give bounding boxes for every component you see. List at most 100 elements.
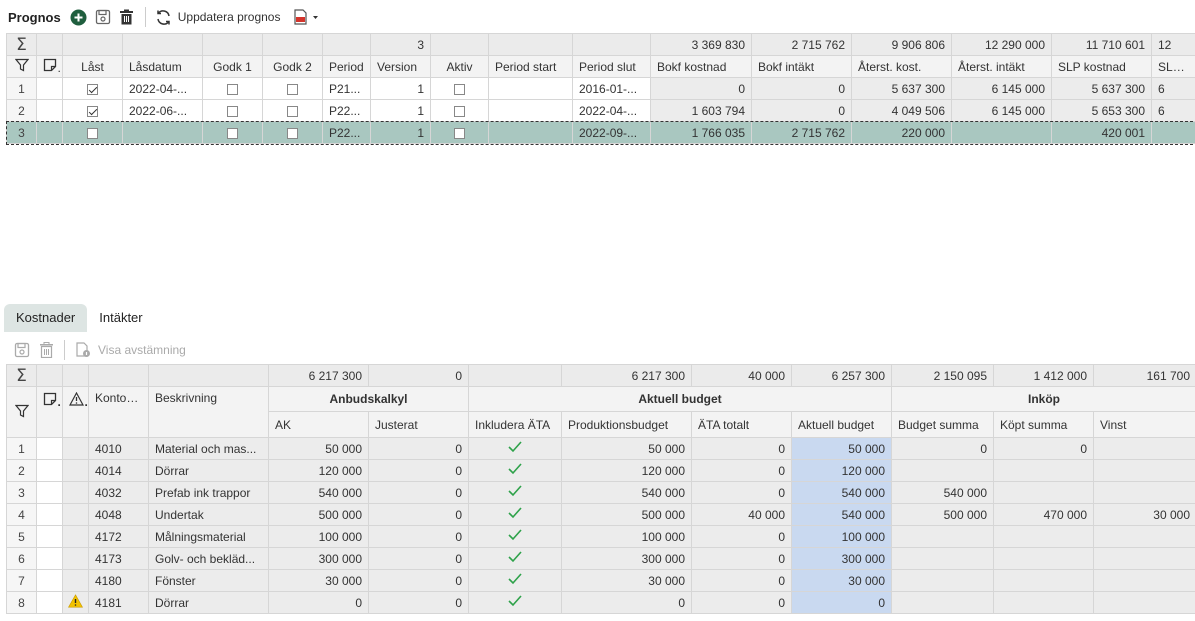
note-cell[interactable] <box>36 525 63 548</box>
table-row[interactable]: 6 4173 Golv- och bekläd... 300 000 0 300 000 0… <box>6 547 1195 570</box>
col-header-bokf-intakt[interactable]: Bokf intäkt <box>751 55 852 78</box>
filter-icon[interactable] <box>6 55 37 78</box>
cell-period[interactable]: P22... <box>322 99 371 122</box>
checkbox[interactable] <box>287 127 298 139</box>
checkbox[interactable] <box>227 105 238 117</box>
col-header-ata-totalt[interactable]: ÄTA totalt <box>691 411 792 438</box>
cell-kontonr[interactable]: 4173 <box>88 547 149 570</box>
col-header-justerat[interactable]: Justerat <box>368 411 469 438</box>
cell-beskrivning[interactable]: Prefab ink trappor <box>148 481 269 504</box>
col-header-budget-summa[interactable]: Budget summa <box>891 411 994 438</box>
cell-inkludera-ata[interactable] <box>468 437 562 460</box>
col-header-slp-intakt[interactable]: SLP int <box>1151 55 1195 78</box>
note-cell[interactable] <box>36 569 63 592</box>
cell-godk2[interactable] <box>262 121 323 144</box>
col-header-inkludera-ata[interactable]: Inkludera ÄTA <box>468 411 562 438</box>
col-header-aterst-intakt[interactable]: Återst. intäkt <box>951 55 1052 78</box>
cell-kontonr[interactable]: 4181 <box>88 591 149 614</box>
cell-kontonr[interactable]: 4032 <box>88 481 149 504</box>
col-header-period[interactable]: Period <box>322 55 371 78</box>
table-row[interactable]: 4 4048 Undertak 500 000 0 500 000 40 000 540 00… <box>6 503 1195 526</box>
col-header-lasdatum[interactable]: Låsdatum <box>122 55 203 78</box>
filter-icon[interactable] <box>6 386 37 438</box>
cell-godk2[interactable] <box>262 77 323 100</box>
col-header-beskrivning[interactable]: Beskrivning <box>148 386 269 438</box>
note-cell[interactable] <box>36 503 63 526</box>
cell-period-slut[interactable]: 2022-09-... <box>572 121 651 144</box>
save-icon[interactable] <box>12 340 32 360</box>
note-cell[interactable] <box>36 99 63 122</box>
cell-last[interactable] <box>62 99 123 122</box>
col-header-aktuell-budget[interactable]: Aktuell budget <box>791 411 892 438</box>
cell-justerat[interactable]: 0 <box>368 503 469 526</box>
delete-icon[interactable] <box>36 340 56 360</box>
note-icon[interactable] <box>36 55 63 78</box>
col-header-period-start[interactable]: Period start <box>488 55 573 78</box>
cell-godk1[interactable] <box>202 99 263 122</box>
col-header-aterst-kost[interactable]: Återst. kost. <box>851 55 952 78</box>
cell-kontonr[interactable]: 4010 <box>88 437 149 460</box>
cell-godk1[interactable] <box>202 121 263 144</box>
cell-version[interactable]: 1 <box>370 99 431 122</box>
cell-aktiv[interactable] <box>430 121 489 144</box>
col-header-ak[interactable]: AK <box>268 411 369 438</box>
cell-inkludera-ata[interactable] <box>468 547 562 570</box>
cell-justerat[interactable]: 0 <box>368 525 469 548</box>
table-row[interactable]: 5 4172 Målningsmaterial 100 000 0 100 000 0 100… <box>6 525 1195 548</box>
note-cell[interactable] <box>36 547 63 570</box>
table-row[interactable]: 7 4180 Fönster 30 000 0 30 000 0 30 000 <box>6 569 1195 592</box>
refresh-forecast-button[interactable]: Uppdatera prognos <box>178 10 281 24</box>
cell-period-slut[interactable]: 2016-01-... <box>572 77 651 100</box>
note-cell[interactable] <box>36 481 63 504</box>
cell-inkludera-ata[interactable] <box>468 481 562 504</box>
cell-beskrivning[interactable]: Dörrar <box>148 591 269 614</box>
cell-beskrivning[interactable]: Målningsmaterial <box>148 525 269 548</box>
note-cell[interactable] <box>36 591 63 614</box>
cell-lasdatum[interactable] <box>122 121 203 144</box>
cell-version[interactable]: 1 <box>370 121 431 144</box>
table-row[interactable]: 1 4010 Material och mas... 50 000 0 50 000 0 50… <box>6 437 1195 460</box>
cell-last[interactable] <box>62 77 123 100</box>
add-icon[interactable] <box>69 7 89 27</box>
col-header-kopt-summa[interactable]: Köpt summa <box>993 411 1094 438</box>
cell-justerat[interactable]: 0 <box>368 547 469 570</box>
cell-ak[interactable]: 540 000 <box>268 481 369 504</box>
cell-beskrivning[interactable]: Golv- och bekläd... <box>148 547 269 570</box>
cell-last[interactable] <box>62 121 123 144</box>
cell-inkludera-ata[interactable] <box>468 591 562 614</box>
tab-kostnader[interactable]: Kostnader <box>4 304 88 332</box>
col-header-aktiv[interactable]: Aktiv <box>430 55 489 78</box>
cell-inkludera-ata[interactable] <box>468 525 562 548</box>
cell-lasdatum[interactable]: 2022-06-... <box>122 99 203 122</box>
cell-period-slut[interactable]: 2022-04-... <box>572 99 651 122</box>
cell-godk1[interactable] <box>202 77 263 100</box>
checkbox[interactable] <box>227 127 238 139</box>
cell-justerat[interactable]: 0 <box>368 569 469 592</box>
cell-ak[interactable]: 50 000 <box>268 437 369 460</box>
cell-aktiv[interactable] <box>430 99 489 122</box>
col-header-produktionsbudget[interactable]: Produktionsbudget <box>561 411 692 438</box>
note-cell[interactable] <box>36 459 63 482</box>
cell-period[interactable]: P22... <box>322 121 371 144</box>
reconcile-icon[interactable] <box>73 340 93 360</box>
cell-beskrivning[interactable]: Material och mas... <box>148 437 269 460</box>
table-row[interactable]: 2 2022-06-... P22... 1 2022-04-... 1 603 794 0… <box>6 99 1195 122</box>
cell-period-start[interactable] <box>488 99 573 122</box>
cell-ak[interactable]: 0 <box>268 591 369 614</box>
checkbox[interactable] <box>287 105 298 117</box>
tab-intakter[interactable]: Intäkter <box>87 304 154 332</box>
note-cell[interactable] <box>36 437 63 460</box>
checkbox[interactable] <box>287 83 298 95</box>
save-icon[interactable] <box>93 7 113 27</box>
cell-inkludera-ata[interactable] <box>468 569 562 592</box>
checkbox[interactable] <box>87 127 98 139</box>
col-header-period-slut[interactable]: Period slut <box>572 55 651 78</box>
col-header-godk2[interactable]: Godk 2 <box>262 55 323 78</box>
table-row[interactable]: 3 4032 Prefab ink trappor 540 000 0 540 000 0 5… <box>6 481 1195 504</box>
table-row[interactable]: 1 2022-04-... P21... 1 2016-01-... 0 0 5 637 30… <box>6 77 1195 100</box>
col-header-kontonr[interactable]: Kontonr ▲ <box>88 386 149 438</box>
col-header-vinst[interactable]: Vinst <box>1093 411 1195 438</box>
cell-version[interactable]: 1 <box>370 77 431 100</box>
show-reconciliation-button[interactable]: Visa avstämning <box>98 343 186 357</box>
note-icon[interactable] <box>36 386 63 438</box>
